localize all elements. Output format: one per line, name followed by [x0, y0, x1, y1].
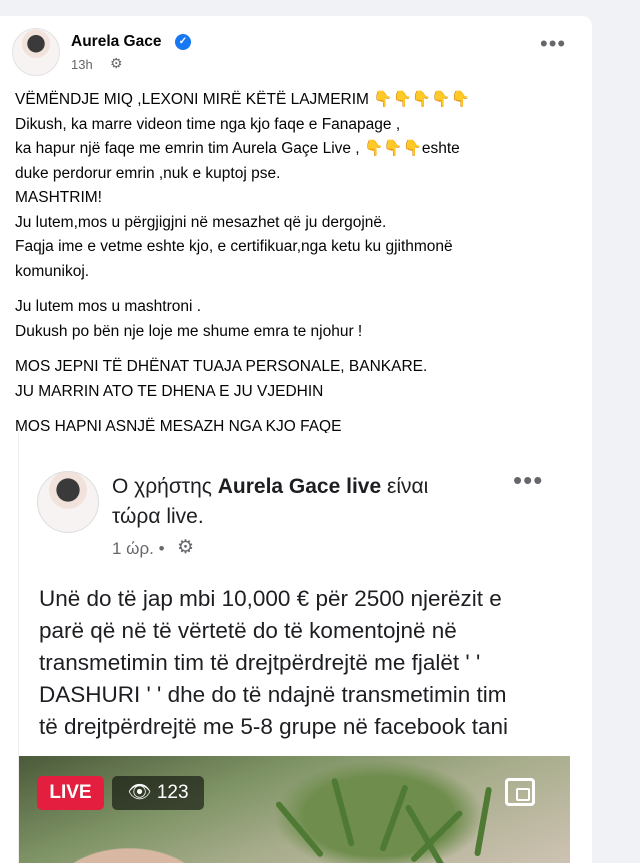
author-avatar[interactable] — [12, 28, 60, 76]
post-line: Ju lutem mos u mashtroni . — [15, 298, 202, 315]
live-badge: LIVE — [37, 776, 104, 810]
scam-line: DASHURI ' ' dhe do të ndajnë transmetimi… — [39, 682, 507, 707]
post-card: Aurela Gace ✓ 13h ⚙ ••• VËMËNDJE MIQ ,LE… — [0, 16, 592, 863]
pointing-down-emoji-icon: 👇👇👇 — [363, 140, 422, 157]
post-time[interactable]: 13h — [71, 57, 93, 72]
post-line: VËMËNDJE MIQ ,LEXONI MIRË KËTË LAJMERIM … — [15, 91, 470, 108]
post-line: Faqja ime e vetme eshte kjo, e certifiku… — [15, 238, 453, 255]
live-video-thumbnail: LIVE 👁 123 — [19, 756, 570, 863]
live-notice-line-2: τώρα live. — [112, 505, 204, 528]
eye-icon: 👁 — [127, 782, 152, 803]
post-line: Dikush, ka marre videon time nga kjo faq… — [15, 115, 401, 133]
post-text: VËMËNDJE MIQ ,LEXONI MIRË KËTË LAJMERIM … — [15, 88, 583, 440]
picture-in-picture-icon — [505, 778, 535, 806]
scam-line: të drejtpërdrejtë me 5-8 grupe në facebo… — [39, 714, 509, 739]
gear-icon: ⚙ — [177, 537, 195, 558]
live-notice-line: Ο χρήστης Aurela Gace live είναι — [112, 475, 429, 498]
gear-icon: ⚙ — [110, 55, 123, 71]
post-line: Dukush po bën nje loje me shume emra te … — [15, 322, 363, 340]
pointing-down-emoji-icon: 👇👇👇👇👇 — [373, 91, 470, 108]
scam-line: transmetimin tim të drejtpërdrejtë me fj… — [39, 650, 481, 675]
author-name[interactable]: Aurela Gace — [71, 33, 161, 51]
scam-message: Unë do të jap mbi 10,000 € për 2500 njer… — [39, 583, 569, 743]
verified-badge-icon: ✓ — [175, 34, 191, 50]
post-line: Ju lutem,mos u përgjigjni në mesazhet që… — [15, 213, 387, 231]
post-line: ka hapur një faqe me emrin tim Aurela Ga… — [15, 140, 460, 157]
post-line: MASHTRIM! — [15, 189, 102, 206]
post-line: JU MARRIN ATO TE DHENA E JU VJEDHIN — [15, 382, 324, 400]
viewer-count: 👁 123 — [112, 776, 204, 810]
post-line: komunikoj. — [15, 262, 90, 280]
attached-screenshot-image[interactable]: Ο χρήστης Aurela Gace live είναι τώρα li… — [18, 433, 570, 863]
post-line: duke perdorur emrin ,nuk e kuptoj pse. — [15, 164, 281, 182]
more-options-button[interactable]: ••• — [540, 33, 566, 55]
post-line: MOS JEPNI TË DHËNAT TUAJA PERSONALE, BAN… — [15, 358, 428, 375]
scam-line: parë që në të vërtetë do të komentojnë n… — [39, 618, 457, 643]
screenshot-more-icon: ••• — [513, 465, 544, 495]
scam-line: Unë do të jap mbi 10,000 € për 2500 njer… — [39, 586, 502, 611]
fake-page-avatar — [37, 471, 99, 533]
screenshot-time: 1 ώρ. • — [112, 539, 165, 558]
